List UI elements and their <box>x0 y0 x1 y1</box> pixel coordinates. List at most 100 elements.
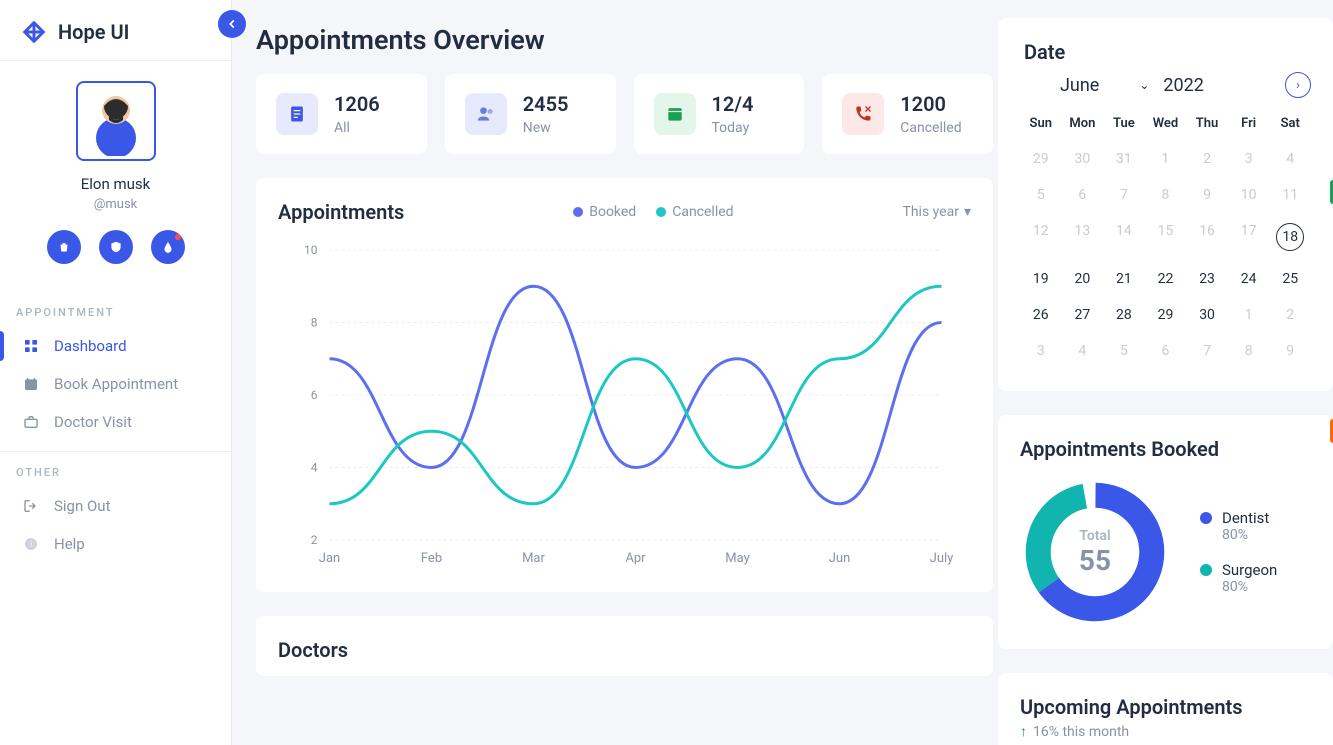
year-label: 2022 <box>1163 75 1203 96</box>
user-name: Elon musk <box>0 175 231 193</box>
calendar-day[interactable]: 12 <box>1020 213 1062 261</box>
calendar-day[interactable]: 6 <box>1145 333 1187 369</box>
arrow-up-icon: ↑ <box>1020 723 1027 740</box>
avatar[interactable] <box>76 81 156 161</box>
stat-card-cancelled[interactable]: 1200Cancelled <box>822 74 993 154</box>
calendar-day[interactable]: 6 <box>1062 177 1104 213</box>
legend-label: Booked <box>589 204 636 220</box>
stats-row: 1206All 2455New 12/4Today 1200Cancelled <box>256 74 993 154</box>
signout-icon <box>22 497 40 515</box>
svg-text:May: May <box>725 551 749 566</box>
calendar-day[interactable]: 5 <box>1103 333 1145 369</box>
calendar-day[interactable]: 11 <box>1269 177 1311 213</box>
sidebar-item-dashboard[interactable]: Dashboard <box>0 327 231 365</box>
svg-text:Apr: Apr <box>625 551 646 566</box>
briefcase-icon <box>22 413 40 431</box>
sidebar-item-sign-out[interactable]: Sign Out <box>0 487 231 525</box>
period-selector[interactable]: This year ▾ <box>902 204 971 220</box>
upcoming-title: Upcoming Appointments <box>1020 695 1311 719</box>
donut-chart: Total 55 <box>1020 477 1170 627</box>
calendar-next-button[interactable]: › <box>1285 72 1311 98</box>
booked-title: Appointments Booked <box>1020 437 1311 461</box>
phone-cancel-icon <box>842 93 884 135</box>
calendar-day[interactable]: 7 <box>1186 333 1228 369</box>
calendar-day[interactable]: 5 <box>1020 177 1062 213</box>
brand[interactable]: Hope UI <box>0 0 231 61</box>
appointments-booked-card: Appointments Booked Total 55 Dentist80% <box>998 415 1333 649</box>
calendar-day[interactable]: 29 <box>1020 141 1062 177</box>
calendar-day[interactable]: 8 <box>1228 333 1270 369</box>
appointments-chart: 246810JanFebMarAprMayJunJuly <box>278 240 971 570</box>
brand-logo-icon <box>20 18 48 46</box>
calendar-weekday: Tue <box>1103 110 1145 141</box>
donut-total-value: 55 <box>1079 544 1111 577</box>
calendar-day[interactable]: 29 <box>1145 297 1187 333</box>
calendar-day[interactable]: 30 <box>1186 297 1228 333</box>
calendar-day[interactable]: 30 <box>1062 141 1104 177</box>
sidebar-item-doctor-visit[interactable]: Doctor Visit <box>0 403 231 441</box>
svg-text:July: July <box>930 551 954 566</box>
calendar-day[interactable]: 8 <box>1145 177 1187 213</box>
page-title: Appointments Overview <box>256 24 993 56</box>
month-selector[interactable]: June ⌄ <box>1060 75 1149 96</box>
calendar-day[interactable]: 17 <box>1228 213 1270 261</box>
stat-label: All <box>334 120 380 136</box>
trend-text: 16% this month <box>1033 724 1129 740</box>
legend-name: Surgeon <box>1222 561 1277 579</box>
calendar-day[interactable]: 21 <box>1103 261 1145 297</box>
calendar-weekday: Mon <box>1062 110 1104 141</box>
donut-legend-dentist: Dentist80% <box>1200 509 1277 543</box>
calendar-day[interactable]: 2 <box>1186 141 1228 177</box>
calendar-day[interactable]: 13 <box>1062 213 1104 261</box>
calendar-day[interactable]: 1 <box>1228 297 1270 333</box>
notification-dot-icon <box>175 234 181 240</box>
calendar-day[interactable]: 22 <box>1145 261 1187 297</box>
calendar-day[interactable]: 19 <box>1020 261 1062 297</box>
calendar-day[interactable]: 18 <box>1269 213 1311 261</box>
calendar-day[interactable]: 31 <box>1103 141 1145 177</box>
calendar-day[interactable]: 16 <box>1186 213 1228 261</box>
stat-value: 12/4 <box>712 92 754 116</box>
calendar-day[interactable]: 23 <box>1186 261 1228 297</box>
stat-value: 1200 <box>900 92 961 116</box>
sidebar-item-help[interactable]: i Help <box>0 525 231 563</box>
calendar-day[interactable]: 2 <box>1269 297 1311 333</box>
calendar-day[interactable]: 4 <box>1269 141 1311 177</box>
calendar-day[interactable]: 9 <box>1269 333 1311 369</box>
calendar-day[interactable]: 1 <box>1145 141 1187 177</box>
calendar-day[interactable]: 3 <box>1228 141 1270 177</box>
doctors-title: Doctors <box>278 638 971 662</box>
calendar-weekday: Thu <box>1186 110 1228 141</box>
calendar-day[interactable]: 14 <box>1103 213 1145 261</box>
user-card: Elon musk @musk <box>0 61 231 280</box>
chevron-down-icon: ⌄ <box>1139 78 1149 92</box>
calendar-day[interactable]: 3 <box>1020 333 1062 369</box>
calendar-day[interactable]: 20 <box>1062 261 1104 297</box>
calendar-day[interactable]: 10 <box>1228 177 1270 213</box>
svg-text:8: 8 <box>311 316 318 330</box>
calendar-day[interactable]: 26 <box>1020 297 1062 333</box>
calendar-day[interactable]: 25 <box>1269 261 1311 297</box>
calendar-day[interactable]: 28 <box>1103 297 1145 333</box>
sidebar-collapse-button[interactable] <box>218 10 246 38</box>
calendar-day[interactable]: 15 <box>1145 213 1187 261</box>
legend-label: Cancelled <box>672 204 733 220</box>
sidebar-item-book-appointment[interactable]: Book Appointment <box>0 365 231 403</box>
calendar-icon <box>22 375 40 393</box>
drop-icon[interactable] <box>151 230 185 264</box>
calendar-day[interactable]: 4 <box>1062 333 1104 369</box>
stat-card-new[interactable]: 2455New <box>445 74 616 154</box>
calendar-day[interactable]: 7 <box>1103 177 1145 213</box>
stat-card-today[interactable]: 12/4Today <box>634 74 805 154</box>
calendar-day[interactable]: 24 <box>1228 261 1270 297</box>
legend-dot-icon <box>1200 512 1212 524</box>
shield-icon[interactable] <box>99 230 133 264</box>
svg-text:2: 2 <box>311 533 318 547</box>
calendar-day[interactable]: 27 <box>1062 297 1104 333</box>
stat-card-all[interactable]: 1206All <box>256 74 427 154</box>
bag-icon[interactable] <box>47 230 81 264</box>
svg-text:4: 4 <box>311 461 318 475</box>
chevron-down-icon: ▾ <box>964 204 971 220</box>
calendar-day[interactable]: 9 <box>1186 177 1228 213</box>
nav-section-appointment: APPOINTMENT <box>0 298 231 327</box>
